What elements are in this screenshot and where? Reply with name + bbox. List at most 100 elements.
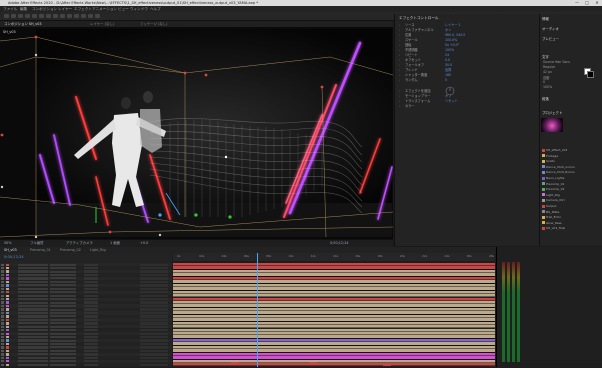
layer-name[interactable] bbox=[18, 353, 48, 356]
keyframe-marker[interactable] bbox=[309, 362, 317, 364]
disclosure-triangle-icon[interactable]: › bbox=[399, 29, 402, 32]
project-item[interactable]: Footage bbox=[542, 154, 600, 158]
viewer-timecode[interactable]: 0;00;12;24 bbox=[330, 240, 349, 247]
layer-name[interactable] bbox=[18, 363, 48, 366]
eraser-tool-icon[interactable] bbox=[88, 14, 93, 18]
project-item[interactable]: BG_Plate bbox=[542, 210, 600, 214]
blend-mode-dropdown[interactable] bbox=[84, 363, 98, 366]
exposure-value[interactable]: +0.0 bbox=[140, 240, 148, 247]
layer-name[interactable] bbox=[18, 346, 48, 349]
font-size-field[interactable]: 42 px bbox=[543, 70, 552, 74]
keyframe-marker[interactable] bbox=[383, 364, 391, 366]
project-item[interactable]: Light_Rig bbox=[542, 193, 600, 197]
effect-property-row[interactable]: › カラー bbox=[395, 104, 539, 109]
project-item[interactable]: Trail_Echo bbox=[542, 215, 600, 219]
disclosure-triangle-icon[interactable]: › bbox=[399, 64, 402, 67]
layer-name[interactable] bbox=[18, 301, 48, 304]
disclosure-triangle-icon[interactable]: › bbox=[399, 39, 402, 42]
disclosure-triangle-icon[interactable]: › bbox=[399, 90, 402, 93]
timeline-timecode[interactable]: 0;00;12;24 bbox=[4, 255, 24, 259]
effect-property-value[interactable]: 0 bbox=[445, 78, 447, 83]
layer-switches[interactable] bbox=[50, 291, 76, 294]
layer-name[interactable] bbox=[18, 277, 48, 280]
keyframe-marker[interactable] bbox=[231, 362, 239, 364]
layer-name[interactable] bbox=[18, 336, 48, 339]
layer-label-color[interactable] bbox=[6, 363, 9, 366]
disclosure-triangle-icon[interactable]: › bbox=[399, 74, 402, 77]
disclosure-triangle-icon[interactable]: › bbox=[399, 95, 402, 98]
layer-name[interactable] bbox=[18, 342, 48, 346]
layer-duration-bar[interactable] bbox=[173, 363, 495, 367]
layer-switches[interactable] bbox=[50, 274, 76, 277]
view-layout-dropdown[interactable]: 1 画面 bbox=[110, 240, 120, 247]
selection-tool-icon[interactable] bbox=[11, 14, 16, 18]
disclosure-triangle-icon[interactable]: › bbox=[399, 44, 402, 47]
layer-name[interactable] bbox=[18, 339, 48, 342]
layer-switches[interactable] bbox=[50, 301, 76, 304]
layer-switches[interactable] bbox=[50, 284, 76, 287]
layer-switches[interactable] bbox=[50, 343, 76, 346]
clone-tool-icon[interactable] bbox=[81, 14, 86, 18]
puppet-tool-icon[interactable] bbox=[95, 14, 100, 18]
resolution-dropdown[interactable]: フル画質 bbox=[30, 240, 44, 247]
current-time-indicator[interactable] bbox=[256, 253, 258, 367]
layer-name[interactable] bbox=[18, 356, 48, 359]
rotate-tool-icon[interactable] bbox=[32, 14, 37, 18]
layer-tracks[interactable] bbox=[173, 263, 495, 367]
shape-tool-icon[interactable] bbox=[53, 14, 58, 18]
layer-name[interactable] bbox=[18, 329, 48, 332]
layer-switches[interactable] bbox=[50, 270, 76, 273]
font-style-dropdown[interactable]: Regular bbox=[543, 65, 555, 69]
time-ruler[interactable]: 0s 02s 04s 06s 08s 10s 12s 14s 16s 18s 20s 22s 24s 26… bbox=[173, 253, 495, 261]
project-item[interactable]: Output bbox=[542, 204, 600, 208]
layer-switches[interactable] bbox=[50, 287, 76, 290]
disclosure-triangle-icon[interactable]: › bbox=[399, 54, 402, 57]
brush-tool-icon[interactable] bbox=[74, 14, 79, 18]
zoom-tool-icon[interactable] bbox=[25, 14, 30, 18]
disclosure-triangle-icon[interactable]: › bbox=[399, 100, 402, 103]
layer-switches[interactable] bbox=[50, 349, 76, 352]
layer-switches[interactable] bbox=[50, 356, 76, 359]
layer-switches[interactable] bbox=[50, 329, 76, 332]
layer-name[interactable] bbox=[18, 322, 48, 325]
layer-switches[interactable] bbox=[50, 298, 76, 301]
tracking-field[interactable]: 0 bbox=[543, 80, 545, 84]
layer-switches[interactable] bbox=[50, 360, 76, 363]
disclosure-triangle-icon[interactable]: › bbox=[399, 24, 402, 27]
layer-name[interactable] bbox=[18, 267, 48, 270]
layer-switches[interactable] bbox=[50, 263, 76, 266]
layer-switches[interactable] bbox=[50, 325, 76, 328]
visibility-eye-icon[interactable] bbox=[1, 363, 4, 366]
layer-name[interactable] bbox=[18, 291, 48, 294]
layer-name[interactable] bbox=[18, 273, 48, 277]
stroke-color-swatch[interactable] bbox=[587, 71, 594, 78]
layer-switches[interactable] bbox=[50, 339, 76, 342]
scale-field[interactable]: 100% bbox=[543, 85, 552, 89]
layer-name[interactable] bbox=[18, 294, 48, 297]
layer-name[interactable] bbox=[18, 287, 48, 290]
layer-switches[interactable] bbox=[50, 322, 76, 325]
project-item[interactable]: Camera_Ctrl bbox=[542, 198, 600, 202]
layer-name[interactable] bbox=[18, 318, 48, 321]
home-icon[interactable] bbox=[4, 14, 9, 18]
project-item[interactable]: Glow_Pass bbox=[542, 221, 600, 225]
layer-name[interactable] bbox=[18, 360, 48, 363]
project-item[interactable]: Dance_Shot_B.mov bbox=[542, 170, 600, 174]
zoom-dropdown[interactable]: 50% bbox=[4, 240, 12, 247]
layer-switches[interactable] bbox=[50, 305, 76, 308]
project-item[interactable]: SH_effect_v03 bbox=[542, 148, 600, 152]
project-item[interactable]: Solids bbox=[542, 159, 600, 163]
pan-behind-tool-icon[interactable] bbox=[46, 14, 51, 18]
rotation-dial-icon[interactable] bbox=[445, 86, 455, 96]
active-camera-dropdown[interactable]: アクティブカメラ bbox=[66, 240, 93, 247]
layer-switches[interactable] bbox=[50, 308, 76, 311]
project-item[interactable]: Dance_Shot_A.mov bbox=[542, 165, 600, 169]
project-item[interactable]: Precomp_02 bbox=[542, 187, 600, 191]
layer-name[interactable] bbox=[18, 325, 48, 328]
project-item[interactable]: Precomp_01 bbox=[542, 182, 600, 186]
camera-tool-icon[interactable] bbox=[39, 14, 44, 18]
project-item[interactable]: SH_v03_final bbox=[542, 226, 600, 230]
layer-name[interactable] bbox=[18, 270, 48, 273]
composition-viewer[interactable]: SH_v03 bbox=[0, 27, 393, 239]
font-family-dropdown[interactable]: Source Han Sans bbox=[543, 60, 570, 64]
